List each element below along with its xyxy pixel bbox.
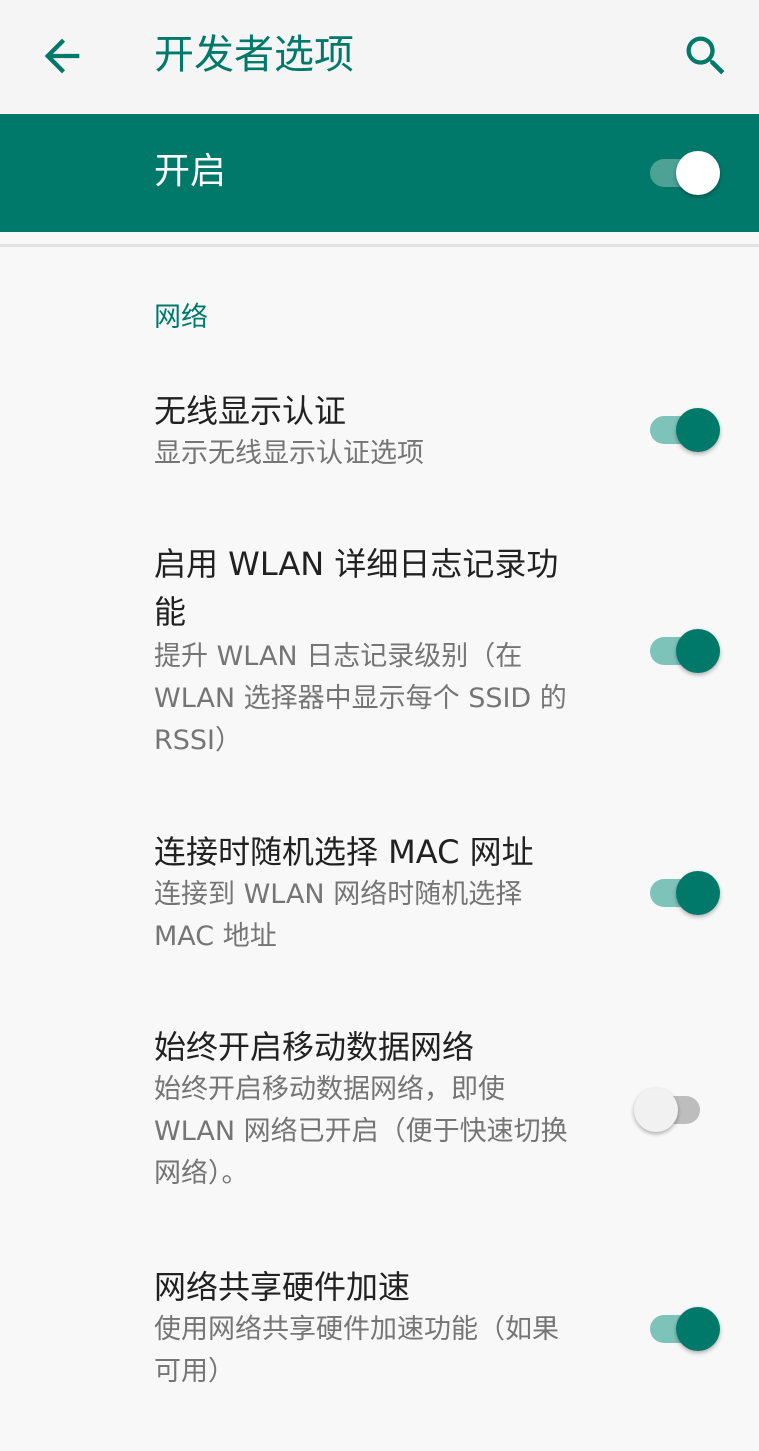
toggle-switch[interactable]: [650, 628, 720, 674]
setting-summary: 连接到 WLAN 网络时随机选择 MAC 地址: [154, 879, 523, 952]
setting-title: 无线显示认证: [154, 392, 347, 430]
setting-wireless-display-certification[interactable]: 无线显示认证 显示无线显示认证选项: [0, 380, 759, 490]
master-switch-label: 开启: [154, 151, 227, 192]
setting-random-mac[interactable]: 连接时随机选择 MAC 网址 连接到 WLAN 网络时随机选择 MAC 地址: [0, 825, 759, 965]
master-toggle-switch[interactable]: [650, 150, 720, 196]
setting-wlan-verbose-logging[interactable]: 启用 WLAN 详细日志记录功能 提升 WLAN 日志记录级别（在 WLAN 选…: [0, 537, 759, 767]
switch-thumb: [634, 1088, 678, 1132]
setting-title: 始终开启移动数据网络: [154, 1028, 475, 1066]
back-button[interactable]: [36, 30, 88, 82]
setting-tethering-hardware-acceleration[interactable]: 网络共享硬件加速 使用网络共享硬件加速功能（如果可用）: [0, 1260, 759, 1400]
switch-thumb: [676, 1307, 720, 1351]
switch-thumb: [676, 151, 720, 195]
switch-thumb: [676, 629, 720, 673]
switch-thumb: [676, 871, 720, 915]
arrow-back-icon: [44, 38, 80, 74]
setting-title: 启用 WLAN 详细日志记录功能: [154, 545, 559, 631]
setting-summary: 使用网络共享硬件加速功能（如果可用）: [154, 1314, 559, 1387]
toggle-switch[interactable]: [650, 870, 720, 916]
page-title: 开发者选项: [154, 32, 354, 78]
master-switch-bar[interactable]: 开启: [0, 114, 759, 232]
setting-summary: 始终开启移动数据网络，即使 WLAN 网络已开启（便于快速切换网络）。: [154, 1074, 568, 1189]
setting-title: 连接时随机选择 MAC 网址: [154, 833, 534, 871]
divider: [0, 244, 759, 247]
switch-thumb: [676, 408, 720, 452]
setting-title: 网络共享硬件加速: [154, 1268, 411, 1306]
toggle-switch[interactable]: [650, 1306, 720, 1352]
app-bar: 开发者选项: [0, 0, 759, 114]
toggle-switch[interactable]: [650, 407, 720, 453]
search-button[interactable]: [680, 30, 732, 82]
setting-mobile-data-always-on[interactable]: 始终开启移动数据网络 始终开启移动数据网络，即使 WLAN 网络已开启（便于快速…: [0, 1020, 759, 1210]
section-header-network: 网络: [154, 302, 208, 333]
setting-summary: 提升 WLAN 日志记录级别（在 WLAN 选择器中显示每个 SSID 的 RS…: [154, 641, 567, 756]
toggle-switch[interactable]: [634, 1087, 718, 1133]
setting-summary: 显示无线显示认证选项: [154, 438, 424, 469]
search-icon: [686, 36, 725, 75]
